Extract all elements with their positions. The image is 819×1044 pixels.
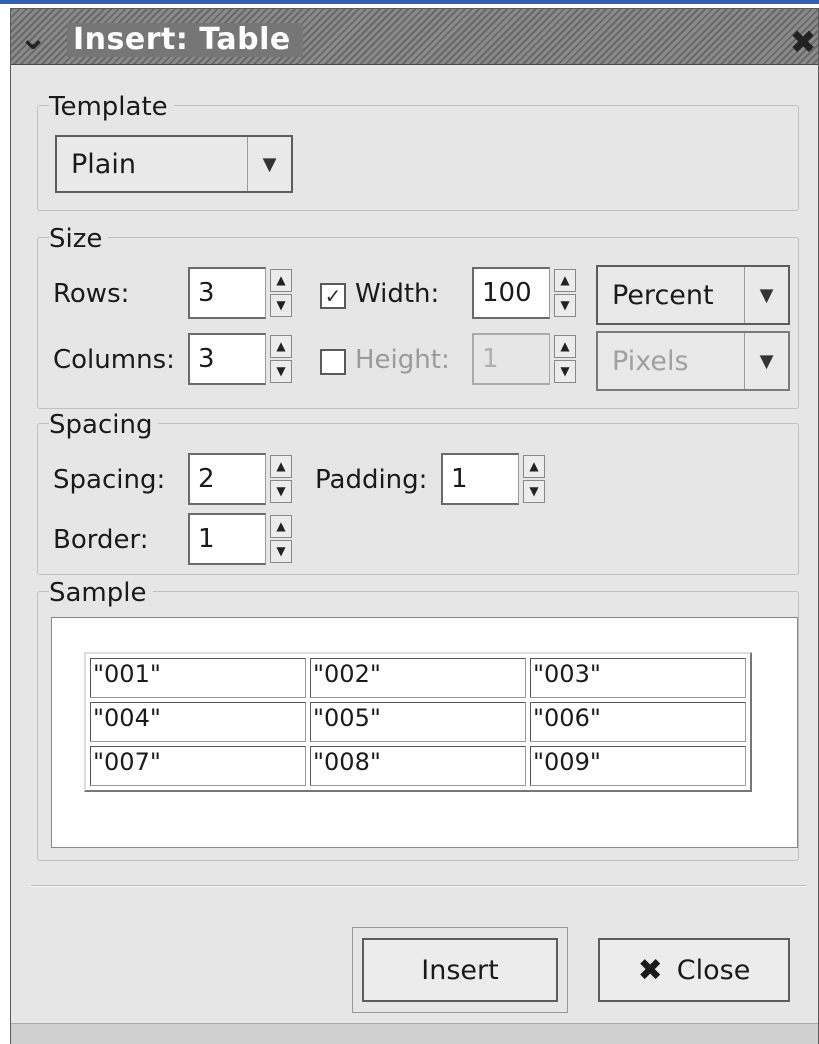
spacing-group-label: Spacing: [49, 411, 159, 439]
spacing-label: Spacing:: [53, 465, 166, 495]
border-input[interactable]: 1: [188, 513, 266, 565]
padding-label: Padding:: [315, 465, 428, 495]
close-icon: ✖: [637, 952, 663, 988]
spacing-group: [37, 423, 799, 575]
padding-increment-icon[interactable]: ▲: [523, 455, 545, 478]
border-increment-icon[interactable]: ▲: [270, 515, 292, 538]
table-cell: "007": [90, 746, 306, 786]
width-unit-value: Percent: [612, 279, 714, 311]
height-input: 1: [472, 333, 550, 385]
table-cell: "003": [530, 658, 746, 698]
rows-decrement-icon[interactable]: ▼: [270, 294, 292, 317]
padding-decrement-icon[interactable]: ▼: [523, 480, 545, 503]
table-cell: "004": [90, 702, 306, 742]
height-increment-icon: ▲: [554, 335, 576, 358]
columns-label: Columns:: [53, 345, 175, 375]
columns-spinner[interactable]: 3 ▲ ▼: [188, 333, 300, 385]
spacing-increment-icon[interactable]: ▲: [270, 455, 292, 478]
width-input[interactable]: 100: [472, 267, 550, 319]
border-spinner[interactable]: 1 ▲ ▼: [188, 513, 300, 565]
columns-decrement-icon[interactable]: ▼: [270, 360, 292, 383]
spacing-input[interactable]: 2: [188, 453, 266, 505]
size-group-label: Size: [49, 225, 109, 253]
width-label[interactable]: Width:: [355, 279, 439, 309]
rows-label: Rows:: [53, 279, 130, 309]
height-label[interactable]: Height:: [355, 345, 450, 375]
border-decrement-icon[interactable]: ▼: [270, 540, 292, 563]
height-checkbox[interactable]: [320, 349, 346, 375]
width-checkbox[interactable]: ✓: [320, 283, 346, 309]
table-cell: "001": [90, 658, 306, 698]
table-cell: "006": [530, 702, 746, 742]
insert-button-label: Insert: [421, 954, 499, 986]
chevron-down-icon[interactable]: ▼: [247, 137, 291, 191]
screen-top-edge: [0, 0, 819, 4]
title-bar[interactable]: ⌄ Insert: Table ✖: [11, 9, 818, 65]
columns-input[interactable]: 3: [188, 333, 266, 385]
template-group-label: Template: [49, 93, 174, 121]
button-separator: [31, 885, 806, 887]
rows-increment-icon[interactable]: ▲: [270, 269, 292, 292]
table-row: "007" "008" "009": [90, 746, 746, 786]
insert-table-dialog: ⌄ Insert: Table ✖ Template Plain ▼ Size …: [10, 8, 819, 1044]
close-icon[interactable]: ✖: [788, 25, 818, 59]
chevron-down-icon[interactable]: ▼: [744, 267, 788, 323]
width-unit-dropdown[interactable]: Percent ▼: [596, 265, 790, 325]
rows-input[interactable]: 3: [188, 267, 266, 319]
close-button[interactable]: ✖ Close: [598, 938, 790, 1002]
width-spinner[interactable]: 100 ▲ ▼: [472, 267, 584, 319]
spacing-decrement-icon[interactable]: ▼: [270, 480, 292, 503]
sample-group-label: Sample: [49, 579, 153, 607]
table-row: "001" "002" "003": [90, 658, 746, 698]
width-increment-icon[interactable]: ▲: [554, 269, 576, 292]
height-decrement-icon: ▼: [554, 360, 576, 383]
window-title: Insert: Table: [67, 23, 303, 57]
close-button-label: Close: [676, 954, 751, 986]
height-unit-dropdown: Pixels ▼: [596, 331, 790, 391]
height-spinner: 1 ▲ ▼: [472, 333, 584, 385]
table-cell: "002": [310, 658, 526, 698]
template-selected-value: Plain: [71, 148, 136, 180]
table-cell: "008": [310, 746, 526, 786]
sample-preview: "001" "002" "003" "004" "005" "006" "007…: [51, 617, 798, 848]
table-cell: "005": [310, 702, 526, 742]
sample-table: "001" "002" "003" "004" "005" "006" "007…: [84, 652, 752, 792]
table-row: "004" "005" "006": [90, 702, 746, 742]
insert-button[interactable]: Insert: [362, 938, 558, 1002]
height-unit-value: Pixels: [612, 345, 689, 377]
padding-spinner[interactable]: 1 ▲ ▼: [441, 453, 553, 505]
table-cell: "009": [530, 746, 746, 786]
width-decrement-icon[interactable]: ▼: [554, 294, 576, 317]
padding-input[interactable]: 1: [441, 453, 519, 505]
border-label: Border:: [53, 525, 149, 555]
spacing-spinner[interactable]: 2 ▲ ▼: [188, 453, 300, 505]
rows-spinner[interactable]: 3 ▲ ▼: [188, 267, 300, 319]
chevron-down-icon[interactable]: ⌄: [13, 21, 53, 55]
chevron-down-icon: ▼: [744, 333, 788, 389]
template-dropdown[interactable]: Plain ▼: [55, 135, 293, 193]
columns-increment-icon[interactable]: ▲: [270, 335, 292, 358]
